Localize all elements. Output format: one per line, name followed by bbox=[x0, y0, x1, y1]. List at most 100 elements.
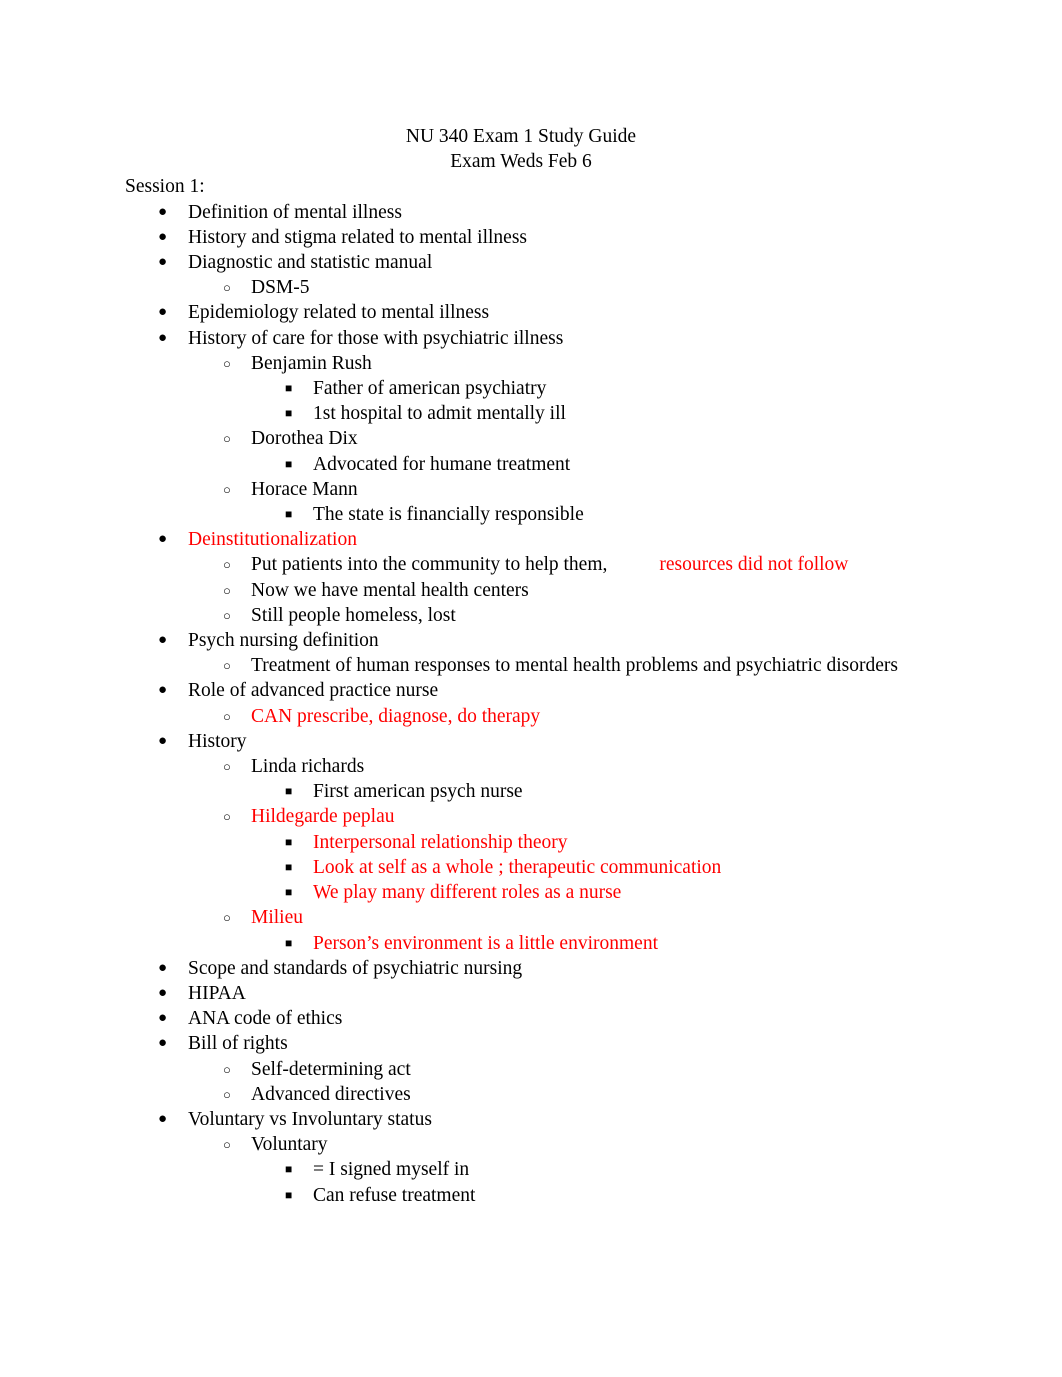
outline-item-label: Definition of mental illness bbox=[188, 201, 402, 223]
bullet-level-1-icon: ● bbox=[158, 682, 168, 699]
outline-item-label: We play many different roles as a nurse bbox=[313, 882, 622, 904]
bullet-level-2-icon: ○ bbox=[223, 759, 231, 775]
title-line-2: Exam Weds Feb 6 bbox=[450, 151, 592, 173]
outline-item-row: ■ Person’s environment is a little enviro… bbox=[125, 931, 937, 956]
outline-item: ● Diagnostic and statistic manual bbox=[125, 250, 937, 275]
outline-item-label: HIPAA bbox=[188, 982, 246, 1004]
outline-item-row: ● Diagnostic and statistic manual bbox=[125, 250, 937, 275]
bullet-level-2-icon: ○ bbox=[223, 1061, 231, 1077]
outline-item-label: Deinstitutionalization bbox=[188, 529, 357, 551]
outline-item: ● Scope and standards of psychiatric nurs… bbox=[125, 956, 937, 981]
outline-item-label: Self-determining act bbox=[251, 1058, 411, 1080]
document-body: NU 340 Exam 1 Study Guide Exam Weds Feb … bbox=[125, 124, 937, 1208]
outline-item-row: ■ Look at self as a whole ; therapeutic c… bbox=[125, 855, 937, 880]
outline-item: ■ Advocated for humane treatment bbox=[125, 452, 937, 477]
bullet-level-2-icon: ○ bbox=[223, 708, 231, 724]
outline-list: ● Definition of mental illness ● History an… bbox=[125, 200, 937, 1208]
outline-item-row: ○ Horace Mann bbox=[125, 477, 937, 502]
outline-item: ○ Self-determining act bbox=[125, 1057, 937, 1082]
outline-item-row: ● Epidemiology related to mental illness bbox=[125, 300, 937, 325]
outline-item-label: CAN prescribe, diagnose, do therapy bbox=[251, 705, 541, 727]
bullet-level-2-icon: ○ bbox=[223, 582, 231, 598]
outline-item-row: ● Bill of rights bbox=[125, 1031, 937, 1056]
outline-item-row: ○ Voluntary bbox=[125, 1132, 937, 1157]
outline-item-label: Psych nursing definition bbox=[188, 630, 379, 652]
outline-item-row: ● Psych nursing definition bbox=[125, 628, 937, 653]
outline-item-label: First american psych nurse bbox=[313, 781, 523, 803]
outline-item-row: ● History of care for those with psychiat… bbox=[125, 326, 937, 351]
outline-item-label: Role of advanced practice nurse bbox=[188, 680, 439, 702]
outline-item-label: Bill of rights bbox=[188, 1033, 288, 1055]
outline-item: ■ Can refuse treatment bbox=[125, 1183, 937, 1208]
outline-item-label: Dorothea Dix bbox=[251, 428, 358, 450]
bullet-level-1-icon: ● bbox=[158, 959, 168, 976]
bullet-level-2-icon: ○ bbox=[223, 607, 231, 623]
outline-item: ■ Look at self as a whole ; therapeutic c… bbox=[125, 855, 937, 880]
outline-item-row: ■ Father of american psychiatry bbox=[125, 376, 937, 401]
bullet-level-1-icon: ● bbox=[158, 228, 168, 245]
outline-item-row: ○ Now we have mental health centers bbox=[125, 578, 937, 603]
outline-item-label: History bbox=[188, 730, 247, 752]
bullet-level-3-icon: ■ bbox=[285, 381, 293, 396]
bullet-level-3-icon: ■ bbox=[285, 1187, 293, 1202]
outline-item: ● Voluntary vs Involuntary status bbox=[125, 1107, 937, 1132]
outline-item-row: ■ The state is financially responsible bbox=[125, 502, 937, 527]
outline-item: ○ Now we have mental health centers bbox=[125, 578, 937, 603]
outline-item-label: Milieu bbox=[251, 907, 303, 929]
outline-item-label: Benjamin Rush bbox=[251, 352, 372, 374]
outline-item: ■ We play many different roles as a nurse bbox=[125, 880, 937, 905]
outline-item: ● Definition of mental illness bbox=[125, 200, 937, 225]
bullet-level-2-icon: ○ bbox=[223, 910, 231, 926]
outline-item-row: ● Voluntary vs Involuntary status bbox=[125, 1107, 937, 1132]
bullet-level-2-icon: ○ bbox=[223, 1137, 231, 1153]
outline-item-row: ■ Can refuse treatment bbox=[125, 1183, 937, 1208]
outline-item: ○ Milieu bbox=[125, 905, 937, 930]
bullet-level-1-icon: ● bbox=[158, 304, 168, 321]
outline-item: ○ DSM-5 bbox=[125, 275, 937, 300]
outline-item: ○ Still people homeless, lost bbox=[125, 603, 937, 628]
bullet-level-1-icon: ● bbox=[158, 1010, 168, 1027]
outline-item-label: Interpersonal relationship theory bbox=[313, 831, 568, 853]
outline-item: ○ Benjamin Rush bbox=[125, 351, 937, 376]
outline-item: ● Deinstitutionalization bbox=[125, 527, 937, 552]
outline-item-row: ○ Still people homeless, lost bbox=[125, 603, 937, 628]
outline-item-label: Person’s environment is a little environ… bbox=[313, 932, 658, 954]
outline-item-label: Epidemiology related to mental illness bbox=[188, 302, 490, 324]
outline-item-label: Still people homeless, lost bbox=[251, 604, 456, 626]
outline-item-row: ■ Interpersonal relationship theory bbox=[125, 830, 937, 855]
outline-item-row: ■ = I signed myself in bbox=[125, 1157, 937, 1182]
outline-item-label: ANA code of ethics bbox=[188, 1008, 343, 1030]
bullet-level-3-icon: ■ bbox=[285, 935, 293, 950]
bullet-level-1-icon: ● bbox=[158, 1035, 168, 1052]
bullet-level-3-icon: ■ bbox=[285, 885, 293, 900]
outline-item-row: ○ Benjamin Rush bbox=[125, 351, 937, 376]
outline-item-label: History and stigma related to mental ill… bbox=[188, 226, 528, 248]
bullet-level-3-icon: ■ bbox=[285, 456, 293, 471]
outline-item: ○ Linda richards bbox=[125, 754, 937, 779]
outline-item-row: ○ Milieu bbox=[125, 905, 937, 930]
outline-item: ● Psych nursing definition bbox=[125, 628, 937, 653]
bullet-level-2-icon: ○ bbox=[223, 809, 231, 825]
document-title-block: NU 340 Exam 1 Study Guide Exam Weds Feb … bbox=[125, 124, 917, 174]
outline-item: ○ Dorothea Dix bbox=[125, 426, 937, 451]
outline-item: ○ CAN prescribe, diagnose, do therapy bbox=[125, 704, 937, 729]
bullet-level-1-icon: ● bbox=[158, 1110, 168, 1127]
outline-item-label: Advanced directives bbox=[251, 1083, 411, 1105]
outline-item: ■ 1st hospital to admit mentally ill bbox=[125, 401, 937, 426]
bullet-level-2-icon: ○ bbox=[223, 1086, 231, 1102]
document-page: NU 340 Exam 1 Study Guide Exam Weds Feb … bbox=[0, 0, 1062, 1377]
outline-item-label: 1st hospital to admit mentally ill bbox=[313, 403, 566, 425]
outline-item-label: Voluntary vs Involuntary status bbox=[188, 1108, 432, 1130]
outline-item-label: Horace Mann bbox=[251, 478, 358, 500]
outline-item-row: ○ Advanced directives bbox=[125, 1082, 937, 1107]
outline-item-row: ○ Hildegarde peplau bbox=[125, 804, 937, 829]
outline-item-row: ● ANA code of ethics bbox=[125, 1006, 937, 1031]
outline-item: ● History of care for those with psychiat… bbox=[125, 326, 937, 351]
outline-item-row: ■ 1st hospital to admit mentally ill bbox=[125, 401, 937, 426]
outline-item: ■ The state is financially responsible bbox=[125, 502, 937, 527]
outline-item-label: = I signed myself in bbox=[313, 1159, 470, 1181]
title-line-1: NU 340 Exam 1 Study Guide bbox=[405, 126, 637, 147]
outline-item-label: Scope and standards of psychiatric nursi… bbox=[188, 957, 523, 979]
outline-item-row: ○ Self-determining act bbox=[125, 1057, 937, 1082]
bullet-level-2-icon: ○ bbox=[223, 355, 231, 371]
